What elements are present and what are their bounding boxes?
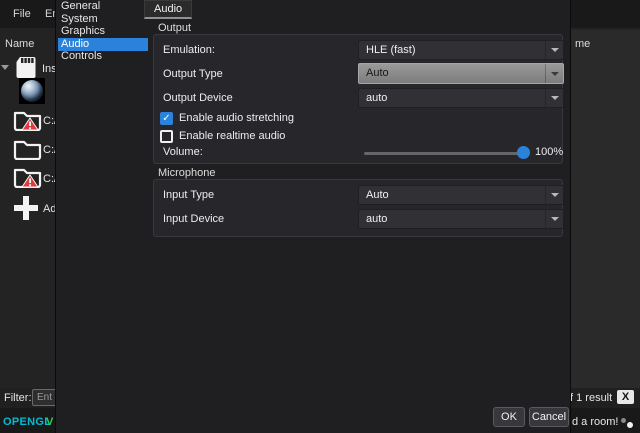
input-type-combobox[interactable]: Auto	[358, 185, 564, 205]
chevron-down-icon	[545, 41, 563, 59]
chevron-down-icon	[545, 186, 563, 204]
sidebar-item-system[interactable]: System	[58, 13, 148, 26]
group-title-output: Output	[158, 22, 192, 34]
output-device-label: Output Device	[163, 92, 233, 104]
sidebar-item-controls[interactable]: Controls	[58, 50, 148, 63]
plus-icon[interactable]	[14, 196, 38, 220]
game-list-right-panel	[571, 30, 640, 388]
realtime-audio-label: Enable realtime audio	[179, 130, 286, 142]
input-type-value: Auto	[366, 189, 389, 201]
output-type-value: Auto	[366, 67, 389, 79]
sidebar-item-audio[interactable]: Audio	[58, 37, 148, 51]
volume-slider-track[interactable]	[364, 152, 524, 155]
input-device-value: auto	[366, 213, 388, 225]
status-indicator-icon: V	[46, 416, 54, 428]
filter-results-text: f 1 result	[570, 392, 613, 404]
connection-dot-icon	[621, 418, 626, 423]
sd-card-icon	[16, 57, 36, 78]
volume-slider-handle[interactable]	[517, 146, 530, 159]
volume-value: 100%	[535, 146, 564, 158]
tree-expander-icon[interactable]	[1, 65, 9, 70]
emulation-combobox[interactable]: HLE (fast)	[358, 40, 564, 60]
renderer-badge: OPENGL	[3, 416, 52, 428]
realtime-audio-checkbox[interactable]	[160, 130, 173, 143]
citra-main-window: File Emulation Name me Ins C:/ C:/ C:/ A…	[0, 0, 640, 433]
input-device-combobox[interactable]: auto	[358, 209, 564, 229]
game-orb-icon[interactable]	[19, 78, 45, 104]
close-filter-icon[interactable]: X	[617, 390, 634, 404]
configure-dialog: General System Graphics Audio Controls A…	[55, 0, 571, 433]
menu-file[interactable]: File	[13, 8, 31, 20]
connection-dot-icon	[627, 422, 633, 428]
volume-label: Volume:	[163, 146, 203, 158]
column-header-name[interactable]: Name	[5, 38, 34, 50]
filter-label: Filter:	[4, 392, 32, 404]
ok-button[interactable]: OK	[493, 407, 525, 427]
chevron-down-icon	[545, 64, 563, 83]
output-device-value: auto	[366, 92, 388, 104]
folder-icon	[13, 140, 42, 160]
audio-stretching-checkbox[interactable]: ✓	[160, 112, 173, 125]
tab-audio[interactable]: Audio	[144, 0, 193, 19]
folder-warning-icon	[13, 111, 42, 131]
room-status-text[interactable]: d a room!	[572, 416, 618, 428]
sidebar-item-general[interactable]: General	[58, 0, 148, 13]
column-header-fragment[interactable]: me	[575, 38, 590, 50]
output-device-combobox[interactable]: auto	[358, 88, 564, 108]
chevron-down-icon	[545, 89, 563, 107]
input-type-label: Input Type	[163, 189, 215, 201]
output-type-combobox[interactable]: Auto	[358, 63, 564, 84]
folder-warning-icon	[13, 168, 42, 188]
input-device-label: Input Device	[163, 213, 225, 225]
emulation-label: Emulation:	[163, 44, 215, 56]
chevron-down-icon	[545, 210, 563, 228]
cancel-button[interactable]: Cancel	[529, 407, 569, 427]
group-title-microphone: Microphone	[158, 167, 216, 179]
sidebar-item-graphics[interactable]: Graphics	[58, 25, 148, 38]
output-type-label: Output Type	[163, 68, 223, 80]
audio-stretching-label: Enable audio stretching	[179, 112, 294, 124]
emulation-value: HLE (fast)	[366, 44, 416, 56]
